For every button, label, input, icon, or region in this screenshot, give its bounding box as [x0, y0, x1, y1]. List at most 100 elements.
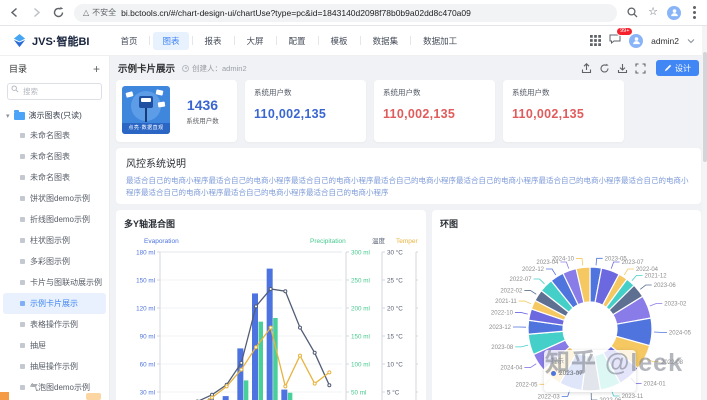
forward-icon[interactable]	[30, 6, 43, 19]
svg-text:2023-06: 2023-06	[654, 283, 677, 289]
nav-item-3[interactable]: 报表	[196, 32, 231, 50]
refresh-icon[interactable]	[52, 6, 65, 19]
caret-down-icon[interactable]: ▾	[6, 112, 10, 120]
chart-leaf-icon	[20, 217, 25, 222]
page-scrollbar[interactable]	[702, 26, 707, 400]
sidebar-item-label: 未命名图表	[30, 130, 70, 141]
nav-item-6[interactable]: 模板	[322, 32, 357, 50]
browser-menu-icon[interactable]	[693, 11, 696, 14]
multi-axis-chart[interactable]: 180 ml150 ml120 ml90 ml60 ml30 mlEvapora…	[124, 230, 418, 400]
page-title: 示例卡片展示	[118, 61, 175, 75]
folder-label: 演示图表(只读)	[29, 110, 82, 121]
chart-leaf-icon	[20, 301, 25, 306]
sidebar-item-9[interactable]: 示例卡片展示	[3, 293, 106, 314]
stat-card-users-total[interactable]: 点亮·数据直观 1436 系统用户数	[116, 80, 237, 142]
sidebar-item-label: 多彩图示例	[30, 256, 70, 267]
browser-profile-avatar[interactable]	[667, 6, 681, 20]
nav-item-8[interactable]: 数据加工	[414, 32, 466, 50]
folder-icon	[14, 112, 25, 120]
bookmark-star-icon[interactable]: ☆	[648, 7, 658, 18]
svg-text:2023-07: 2023-07	[622, 260, 645, 266]
stat-label: 系统用户数	[254, 87, 357, 98]
svg-text:2023-08: 2023-08	[491, 345, 514, 351]
download-icon[interactable]	[617, 63, 628, 74]
search-icon	[11, 85, 19, 93]
chart-leaf-icon	[20, 343, 25, 348]
sidebar-item-label: 表格操作示例	[30, 319, 78, 330]
chart-leaf-icon	[20, 238, 25, 243]
design-button[interactable]: 设计	[656, 60, 699, 76]
svg-text:温度: 温度	[372, 236, 386, 245]
messages-button[interactable]: 99+	[609, 32, 621, 50]
stat-card-users-3[interactable]: 系统用户数 110,002,135	[374, 80, 495, 142]
svg-text:2022-03: 2022-03	[538, 394, 561, 400]
sidebar-item-10[interactable]: 表格操作示例	[3, 314, 106, 335]
username[interactable]: admin2	[651, 36, 679, 46]
svg-text:2022-08: 2022-08	[661, 360, 684, 366]
sidebar-item-3[interactable]: 未命名图表	[3, 167, 106, 188]
chevron-down-icon[interactable]	[687, 37, 695, 45]
svg-text:2024-05: 2024-05	[669, 330, 692, 336]
svg-text:2021-11: 2021-11	[495, 299, 517, 305]
svg-text:120 ml: 120 ml	[136, 305, 155, 312]
svg-text:300 ml: 300 ml	[351, 249, 370, 256]
sidebar-item-5[interactable]: 折线图demo示例	[3, 209, 106, 230]
svg-text:150 ml: 150 ml	[351, 333, 370, 340]
nav-item-2[interactable]: 图表	[153, 32, 188, 50]
stat-cards-row: 点亮·数据直观 1436 系统用户数 系统用户数 110,002,135 系统用…	[116, 80, 701, 142]
tooltip-marker	[551, 371, 556, 376]
nav-item-4[interactable]: 大屏	[238, 32, 273, 50]
back-icon[interactable]	[8, 6, 21, 19]
refresh-chart-icon[interactable]	[599, 63, 610, 74]
sidebar-item-label: 抽屉操作示例	[30, 361, 78, 372]
stat-value: 110,002,135	[512, 107, 615, 121]
chart-leaf-icon	[20, 196, 25, 201]
svg-text:5 °C: 5 °C	[387, 388, 400, 396]
chart-title: 环图	[440, 217, 693, 230]
svg-text:2023-12: 2023-12	[489, 325, 512, 331]
tree-folder-demo-charts[interactable]: ▾ 演示图表(只读)	[0, 106, 109, 125]
zoom-icon[interactable]	[626, 6, 639, 19]
address-bar[interactable]: △ 不安全 bi.bctools.cn/#/chart-design-ui/ch…	[74, 4, 617, 22]
svg-text:2024-01: 2024-01	[644, 381, 667, 387]
nav-item-5[interactable]: 配置	[280, 32, 315, 50]
sidebar-item-8[interactable]: 卡片与图联动展示例	[3, 272, 106, 293]
chart-leaf-icon	[20, 322, 25, 327]
svg-text:2022-07: 2022-07	[510, 277, 533, 283]
search-input[interactable]	[7, 83, 102, 100]
user-avatar[interactable]	[629, 34, 643, 48]
mailbox-illustration: 点亮·数据直观	[122, 86, 170, 134]
sidebar-item-4[interactable]: 饼状图demo示例	[3, 188, 106, 209]
add-chart-button[interactable]: +	[93, 63, 100, 75]
svg-text:2021-12: 2021-12	[645, 273, 668, 279]
not-secure-warning[interactable]: △ 不安全	[83, 7, 116, 18]
svg-text:2022-04: 2022-04	[636, 267, 659, 273]
svg-text:2023-11: 2023-11	[622, 394, 644, 400]
sidebar-item-1[interactable]: 未命名图表	[3, 125, 106, 146]
chart-leaf-icon	[20, 385, 25, 390]
chart-leaf-icon	[20, 280, 25, 285]
svg-text:60 ml: 60 ml	[140, 361, 155, 368]
sidebar-item-11[interactable]: 抽屉	[3, 335, 106, 356]
fullscreen-icon[interactable]	[635, 63, 646, 74]
stat-label: 系统用户数	[186, 115, 219, 125]
sidebar-item-label: 气泡图demo示例	[30, 382, 90, 393]
stat-card-users-2[interactable]: 系统用户数 110,002,135	[245, 80, 366, 142]
apps-grid-icon[interactable]	[590, 35, 601, 46]
nav-item-7[interactable]: 数据集	[364, 32, 408, 50]
sidebar-item-7[interactable]: 多彩图示例	[3, 251, 106, 272]
svg-text:150 ml: 150 ml	[136, 277, 155, 284]
sidebar-item-12[interactable]: 抽屉操作示例	[3, 356, 106, 377]
stat-card-users-4[interactable]: 系统用户数 110,002,135	[503, 80, 624, 142]
svg-text:2022-12: 2022-12	[522, 267, 545, 273]
scrollbar-thumb[interactable]	[703, 52, 707, 162]
sidebar-item-6[interactable]: 柱状图示例	[3, 230, 106, 251]
sidebar-item-label: 柱状图示例	[30, 235, 70, 246]
brand[interactable]: JVS·智能BI	[12, 33, 89, 49]
nav-separator	[192, 36, 193, 45]
chart-tree: ▾ 演示图表(只读) 未命名图表未命名图表未命名图表饼状图demo示例折线图de…	[0, 106, 109, 400]
nav-separator	[360, 36, 361, 45]
nav-item-1[interactable]: 首页	[111, 32, 146, 50]
sidebar-item-2[interactable]: 未命名图表	[3, 146, 106, 167]
share-icon[interactable]	[581, 63, 592, 74]
